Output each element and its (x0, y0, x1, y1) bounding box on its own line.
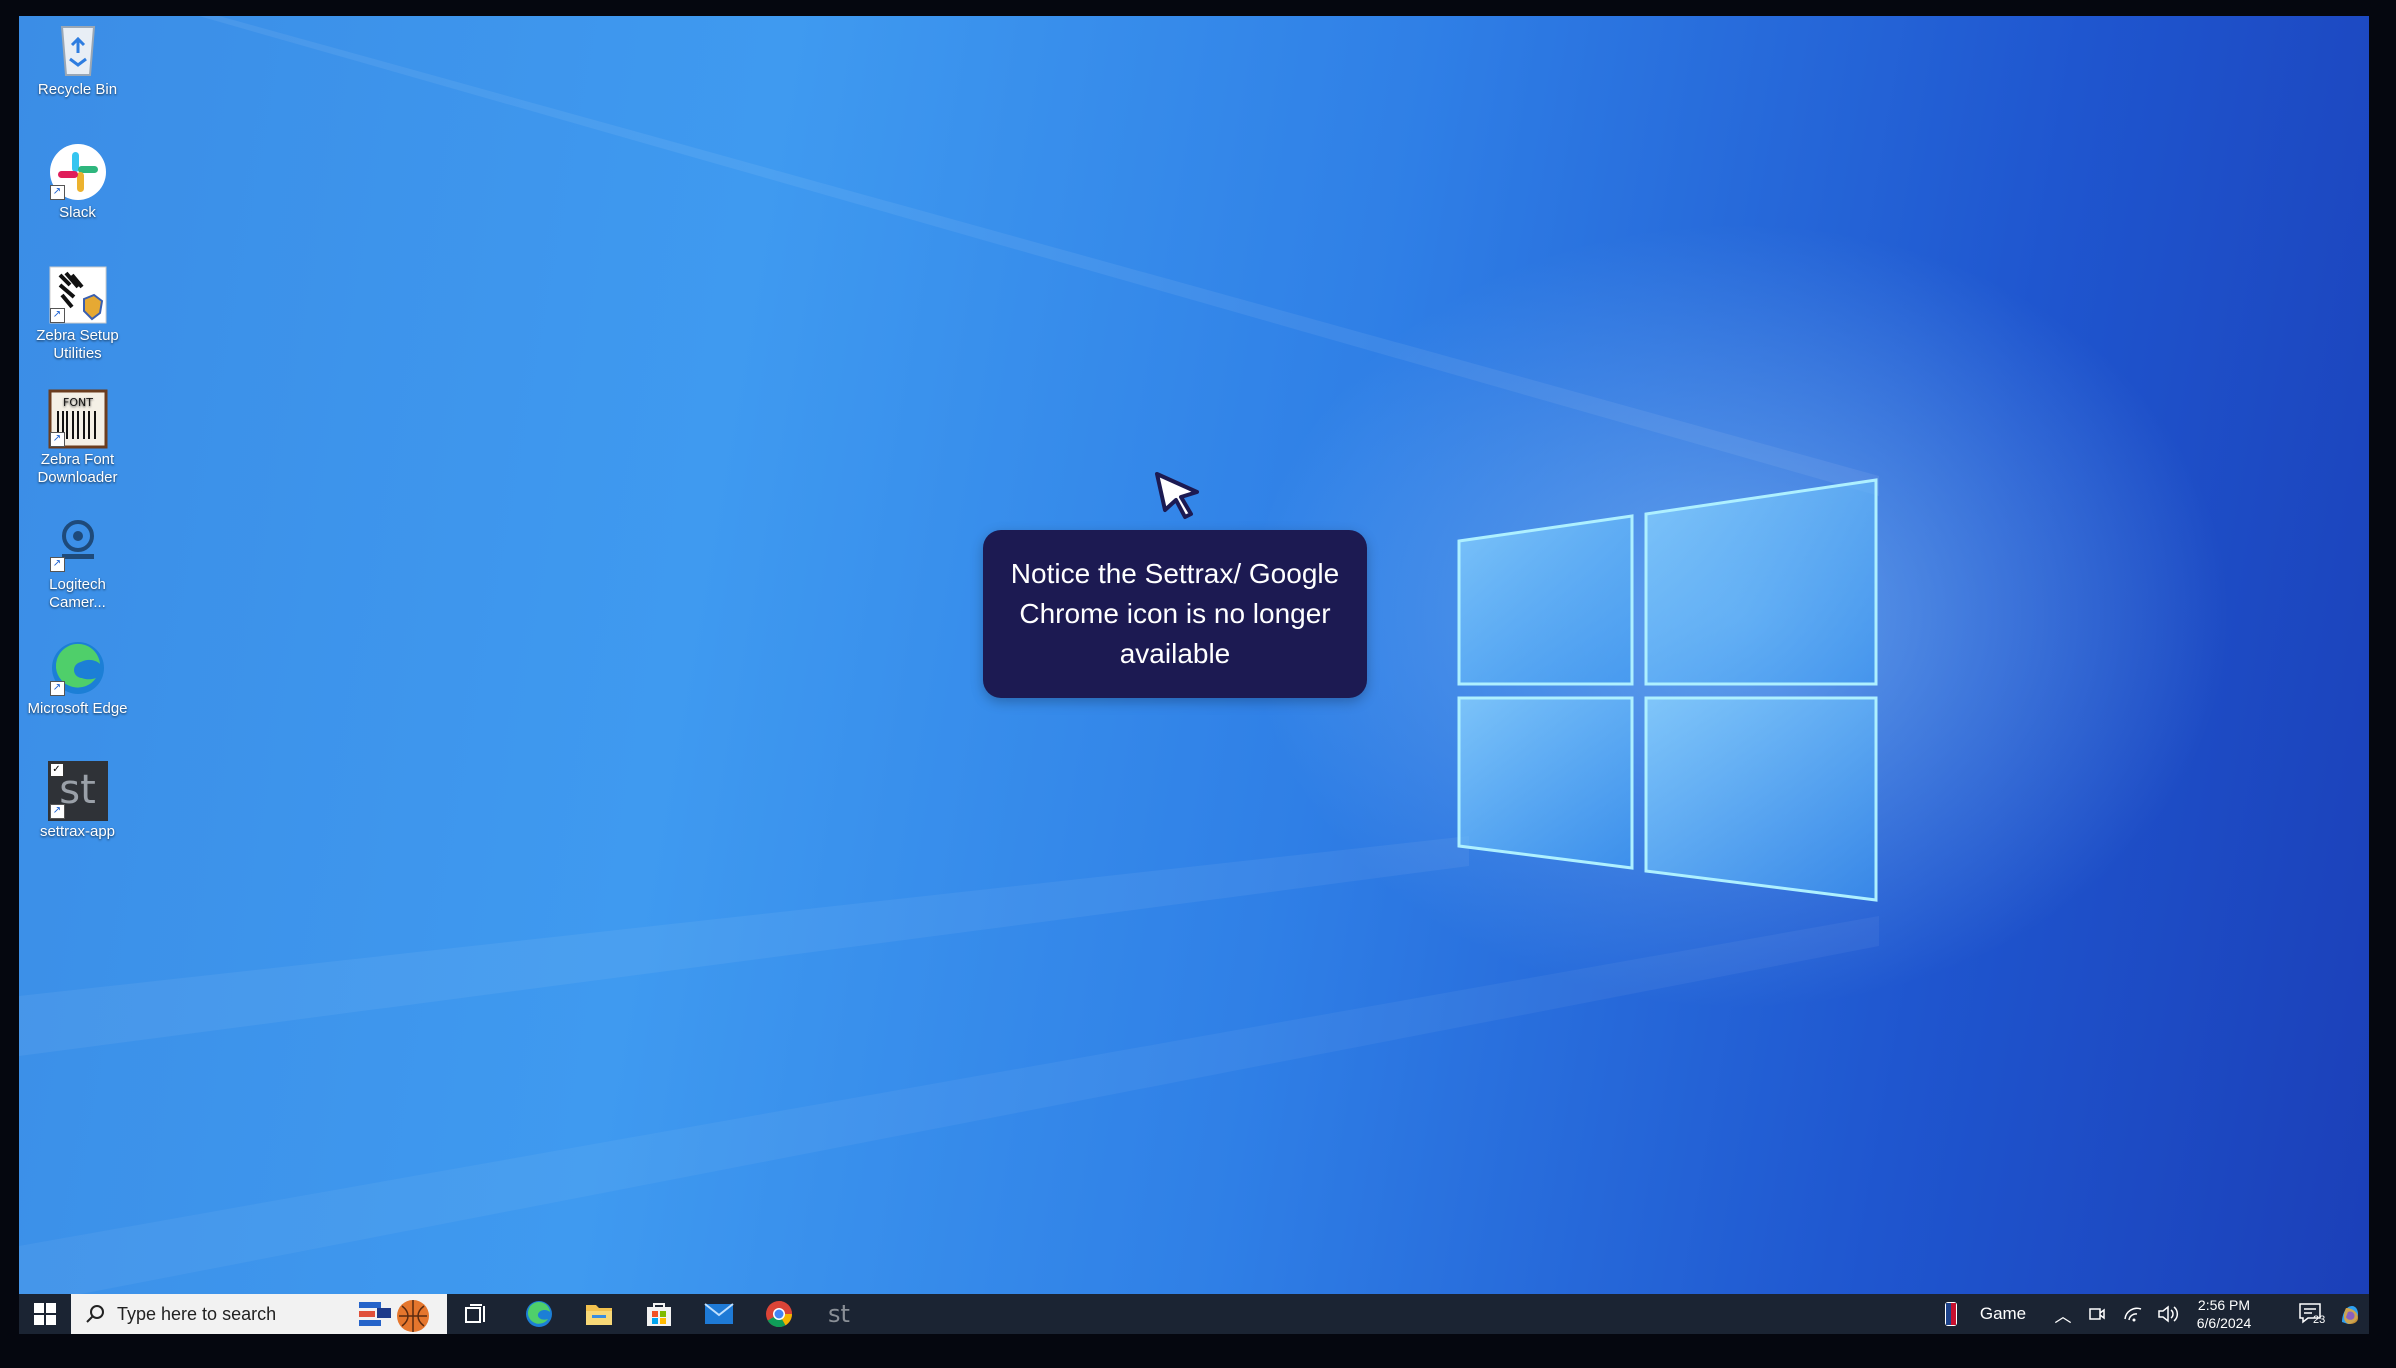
shortcut-arrow-icon: ↗ (49, 185, 65, 200)
file-explorer-icon (586, 1305, 612, 1325)
edge-icon: ↗ (48, 638, 108, 698)
mail-icon (704, 1303, 734, 1324)
logitech-camera-icon: ↗ (48, 514, 108, 574)
display-frame: Recycle Bin ↗ Slack ↗ Zebra Setup Utilit… (0, 0, 2396, 1368)
copilot-button[interactable] (2335, 1294, 2365, 1334)
windows-logo-wallpaper (1457, 478, 1878, 902)
desktop-icon-recycle-bin[interactable]: Recycle Bin (25, 19, 130, 99)
taskbar: Type here to search st Game ︿ 2:56 PM 6/… (19, 1294, 2369, 1334)
search-placeholder: Type here to search (117, 1303, 277, 1324)
speaker-icon (2158, 1305, 2179, 1323)
game-label: Game (1979, 1304, 2027, 1323)
tray-clock[interactable]: 2:56 PM 6/6/2024 (2189, 1296, 2259, 1332)
settrax-icon: st (828, 1300, 850, 1328)
shortcut-arrow-icon: ↗ (49, 557, 65, 572)
taskbar-search-box[interactable]: Type here to search (71, 1294, 337, 1334)
desktop-icon-label: Logitech Camer... (49, 576, 106, 611)
settrax-icon: st ✓ ↗ (47, 761, 108, 821)
desktop-icon-label: settrax-app (39, 823, 116, 840)
tray-volume-button[interactable] (2153, 1294, 2183, 1334)
tray-network-button[interactable] (2119, 1294, 2147, 1334)
clock-time: 2:56 PM (2197, 1297, 2251, 1313)
zebra-setup-icon: ↗ (48, 265, 108, 325)
shortcut-arrow-icon: ↗ (49, 308, 65, 323)
widgets-button[interactable] (337, 1294, 447, 1334)
tray-show-hidden-button[interactable]: ︿ (2049, 1294, 2077, 1334)
taskbar-mail[interactable] (697, 1294, 741, 1334)
tray-game-label[interactable]: Game (1973, 1294, 2033, 1334)
desktop[interactable]: Recycle Bin ↗ Slack ↗ Zebra Setup Utilit… (19, 16, 2369, 1334)
slack-icon: ↗ (48, 142, 108, 202)
tutorial-callout: Notice the Settrax/ Google Chrome icon i… (983, 530, 1367, 698)
taskbar-chrome[interactable] (757, 1294, 801, 1334)
taskbar-store[interactable] (637, 1294, 681, 1334)
taskbar-edge[interactable] (517, 1294, 561, 1334)
desktop-icon-edge[interactable]: ↗ Microsoft Edge (25, 638, 130, 718)
notification-center-button[interactable]: 23 (2293, 1294, 2329, 1334)
shortcut-arrow-icon: ↗ (49, 804, 65, 819)
nba-icon (1945, 1302, 1957, 1326)
task-view-button[interactable] (455, 1294, 497, 1334)
tray-meet-button[interactable] (2083, 1294, 2111, 1334)
desktop-icon-logitech[interactable]: ↗ Logitech Camer... (25, 514, 130, 612)
search-icon (86, 1305, 104, 1323)
font-badge-text: FONT (63, 396, 93, 409)
desktop-icon-label: Microsoft Edge (27, 700, 128, 717)
desktop-icon-label: Zebra Setup Utilities (36, 327, 119, 362)
camera-icon (2089, 1308, 2105, 1320)
desktop-icon-zebra-setup[interactable]: ↗ Zebra Setup Utilities (25, 265, 130, 363)
start-button[interactable] (19, 1294, 71, 1334)
shortcut-arrow-icon: ↗ (49, 681, 65, 696)
desktop-icon-settrax[interactable]: st ✓ ↗ settrax-app (25, 761, 130, 841)
copilot-icon (2342, 1306, 2358, 1324)
desktop-icon-label: Recycle Bin (37, 81, 118, 98)
wifi-icon (2124, 1307, 2142, 1322)
shortcut-arrow-icon: ↗ (49, 432, 65, 447)
taskbar-settrax[interactable]: st (817, 1294, 861, 1334)
zebra-font-icon: FONT ↗ (48, 389, 108, 449)
mouse-cursor-icon (1155, 472, 1199, 519)
task-view-icon (465, 1304, 485, 1323)
clock-date: 6/6/2024 (2196, 1315, 2252, 1331)
store-icon (647, 1303, 671, 1326)
widgets-icon (359, 1300, 429, 1332)
callout-text: Notice the Settrax/ Google Chrome icon i… (1010, 558, 1340, 669)
checkbox-icon: ✓ (49, 763, 64, 777)
desktop-icon-label: Slack (59, 204, 96, 221)
recycle-bin-icon (48, 19, 108, 79)
windows-start-icon (34, 1303, 56, 1325)
desktop-icon-zebra-font[interactable]: FONT ↗ Zebra Font Downloader (25, 389, 130, 487)
chevron-up-icon: ︿ (2054, 1306, 2072, 1326)
desktop-icon-slack[interactable]: ↗ Slack (25, 142, 130, 222)
taskbar-file-explorer[interactable] (577, 1294, 621, 1334)
desktop-icon-label: Zebra Font Downloader (37, 451, 118, 486)
tray-nba-icon[interactable] (1937, 1294, 1965, 1334)
chrome-icon (766, 1301, 793, 1328)
notification-count: 23 (2313, 1314, 2326, 1326)
edge-icon (526, 1301, 552, 1327)
